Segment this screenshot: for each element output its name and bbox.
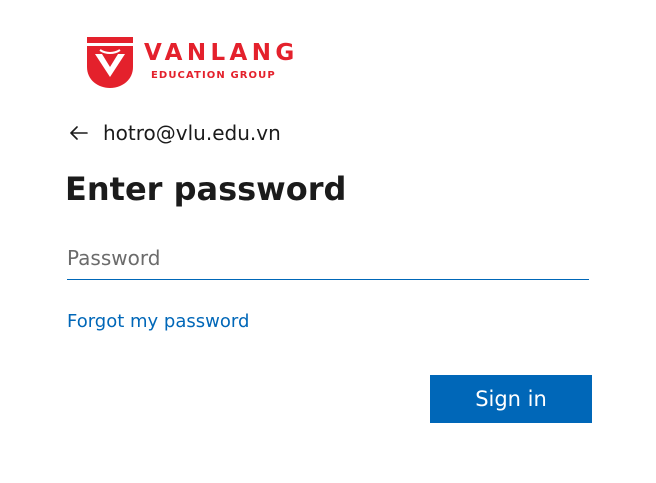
forgot-password-link[interactable]: Forgot my password	[67, 311, 249, 332]
vanlang-shield-icon	[87, 37, 133, 88]
sign-in-button[interactable]: Sign in	[430, 375, 592, 423]
page-title: Enter password	[65, 170, 347, 208]
identity-banner[interactable]: hotro@vlu.edu.vn	[67, 119, 281, 147]
brand-logo: VANLANG EDUCATION GROUP	[87, 37, 297, 91]
brand-name: VANLANG	[144, 40, 299, 66]
arrow-left-icon[interactable]	[67, 121, 91, 145]
brand-subtitle: EDUCATION GROUP	[151, 70, 276, 81]
identity-email: hotro@vlu.edu.vn	[103, 121, 281, 145]
password-input[interactable]	[67, 236, 589, 280]
